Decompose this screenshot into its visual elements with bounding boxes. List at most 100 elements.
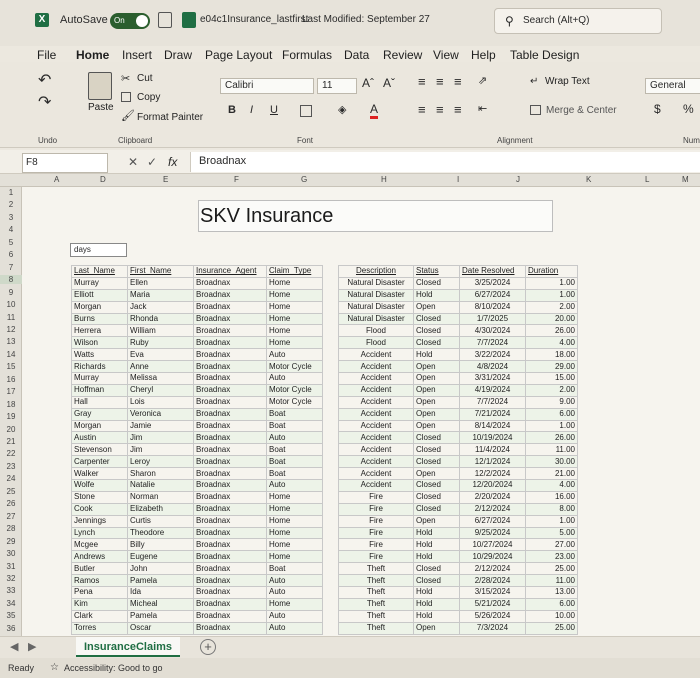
cell-last-name[interactable]: Austin xyxy=(71,431,128,445)
cell-status[interactable]: Open xyxy=(413,372,460,385)
cell-status[interactable]: Closed xyxy=(413,490,460,504)
row-header[interactable]: 29 xyxy=(0,537,22,546)
column-header[interactable]: J xyxy=(516,175,520,184)
cell-date-resolved[interactable]: 7/3/2024 xyxy=(459,621,526,635)
orientation-icon[interactable]: ⇗ xyxy=(478,74,487,87)
align-bottom-icon[interactable]: ≡ xyxy=(454,74,462,89)
cell-duration[interactable]: 21.00 xyxy=(525,467,578,481)
cell-agent[interactable]: Broadnax xyxy=(193,550,267,564)
cell-status[interactable]: Closed xyxy=(413,276,460,290)
cell-claim-type[interactable]: Auto xyxy=(266,621,323,635)
row-header[interactable]: 18 xyxy=(0,400,22,409)
cell-description[interactable]: Accident xyxy=(338,383,414,397)
cell-status[interactable]: Closed xyxy=(413,562,460,576)
cell-duration[interactable]: 30.00 xyxy=(525,455,578,469)
header-claim-type[interactable]: Claim_Type xyxy=(266,265,323,278)
cell-claim-type[interactable]: Boat xyxy=(266,419,323,433)
cell-agent[interactable]: Broadnax xyxy=(193,514,267,528)
cell-last-name[interactable]: Ramos xyxy=(71,574,128,588)
cell-date-resolved[interactable]: 2/28/2024 xyxy=(459,574,526,588)
cell-description[interactable]: Theft xyxy=(338,609,414,623)
cell-status[interactable]: Open xyxy=(413,467,460,481)
cell-date-resolved[interactable]: 7/7/2024 xyxy=(459,336,526,350)
cell-description[interactable]: Natural Disaster xyxy=(338,288,414,302)
days-cell[interactable]: days xyxy=(70,243,127,257)
row-header[interactable]: 31 xyxy=(0,562,22,571)
cell-description[interactable]: Natural Disaster xyxy=(338,276,414,290)
row-header[interactable]: 26 xyxy=(0,499,22,508)
cell-last-name[interactable]: Jennings xyxy=(71,514,128,528)
accessibility-status[interactable]: Accessibility: Good to go xyxy=(64,663,163,673)
cell-claim-type[interactable]: Auto xyxy=(266,609,323,623)
cell-description[interactable]: Theft xyxy=(338,562,414,576)
cell-first-name[interactable]: Elizabeth xyxy=(127,502,194,516)
align-middle-icon[interactable]: ≡ xyxy=(436,74,444,89)
row-header[interactable]: 2 xyxy=(0,200,22,209)
cell-status[interactable]: Closed xyxy=(413,312,460,326)
cell-date-resolved[interactable]: 4/19/2024 xyxy=(459,383,526,397)
cell-date-resolved[interactable]: 12/2/2024 xyxy=(459,467,526,481)
italic-button[interactable]: I xyxy=(250,104,253,116)
cell-description[interactable]: Fire xyxy=(338,514,414,528)
cell-status[interactable]: Closed xyxy=(413,324,460,338)
decrease-font-icon[interactable]: Aˇ xyxy=(383,76,395,90)
row-header[interactable]: 24 xyxy=(0,474,22,483)
cell-description[interactable]: Flood xyxy=(338,324,414,338)
cell-agent[interactable]: Broadnax xyxy=(193,467,267,481)
cell-description[interactable]: Flood xyxy=(338,336,414,350)
cell-description[interactable]: Accident xyxy=(338,467,414,481)
cell-duration[interactable]: 26.00 xyxy=(525,324,578,338)
wrap-text-button[interactable]: Wrap Text xyxy=(545,76,590,87)
cell-agent[interactable]: Broadnax xyxy=(193,360,267,374)
cell-status[interactable]: Hold xyxy=(413,586,460,599)
cell-claim-type[interactable]: Auto xyxy=(266,586,323,599)
cell-status[interactable]: Open xyxy=(413,407,460,421)
cell-description[interactable]: Fire xyxy=(338,550,414,564)
cell-status[interactable]: Open xyxy=(413,514,460,528)
cell-date-resolved[interactable]: 1/7/2025 xyxy=(459,312,526,326)
cell-duration[interactable]: 15.00 xyxy=(525,372,578,385)
cell-claim-type[interactable]: Auto xyxy=(266,479,323,492)
cell-description[interactable]: Theft xyxy=(338,597,414,611)
cell-claim-type[interactable]: Home xyxy=(266,550,323,564)
tab-insert[interactable]: Insert xyxy=(122,48,152,62)
cell-agent[interactable]: Broadnax xyxy=(193,300,267,314)
insert-function-button[interactable]: fx xyxy=(168,155,177,169)
row-header[interactable]: 28 xyxy=(0,524,22,533)
cell-duration[interactable]: 2.00 xyxy=(525,383,578,397)
cell-status[interactable]: Open xyxy=(413,621,460,635)
cell-agent[interactable]: Broadnax xyxy=(193,419,267,433)
autosave-toggle[interactable]: On xyxy=(110,13,150,29)
cell-last-name[interactable]: Clark xyxy=(71,609,128,623)
save-icon[interactable] xyxy=(158,12,172,28)
column-header[interactable]: F xyxy=(234,175,239,184)
cell-last-name[interactable]: Mcgee xyxy=(71,538,128,552)
cell-last-name[interactable]: Elliott xyxy=(71,288,128,302)
row-header[interactable]: 8 xyxy=(0,275,22,285)
cell-date-resolved[interactable]: 4/8/2024 xyxy=(459,360,526,374)
cell-description[interactable]: Accident xyxy=(338,395,414,409)
cell-claim-type[interactable]: Auto xyxy=(266,348,323,362)
cell-duration[interactable]: 18.00 xyxy=(525,348,578,362)
row-header[interactable]: 10 xyxy=(0,300,22,309)
number-format-select[interactable]: General xyxy=(645,78,700,94)
cell-agent[interactable]: Broadnax xyxy=(193,276,267,290)
cell-last-name[interactable]: Lynch xyxy=(71,526,128,540)
cell-duration[interactable]: 10.00 xyxy=(525,609,578,623)
cell-status[interactable]: Open xyxy=(413,419,460,433)
cell-agent[interactable]: Broadnax xyxy=(193,407,267,421)
cell-duration[interactable]: 11.00 xyxy=(525,443,578,457)
cell-first-name[interactable]: Billy xyxy=(127,538,194,552)
cell-duration[interactable]: 6.00 xyxy=(525,407,578,421)
cell-date-resolved[interactable]: 12/20/2024 xyxy=(459,479,526,492)
column-header[interactable]: D xyxy=(100,175,106,184)
cell-last-name[interactable]: Murray xyxy=(71,372,128,385)
cell-claim-type[interactable]: Boat xyxy=(266,455,323,469)
format-painter-button[interactable]: Format Painter xyxy=(137,112,203,123)
cell-first-name[interactable]: Natalie xyxy=(127,479,194,492)
cell-first-name[interactable]: Rhonda xyxy=(127,312,194,326)
row-header[interactable]: 36 xyxy=(0,624,22,633)
cell-date-resolved[interactable]: 10/29/2024 xyxy=(459,550,526,564)
cell-claim-type[interactable]: Home xyxy=(266,490,323,504)
cell-duration[interactable]: 8.00 xyxy=(525,502,578,516)
